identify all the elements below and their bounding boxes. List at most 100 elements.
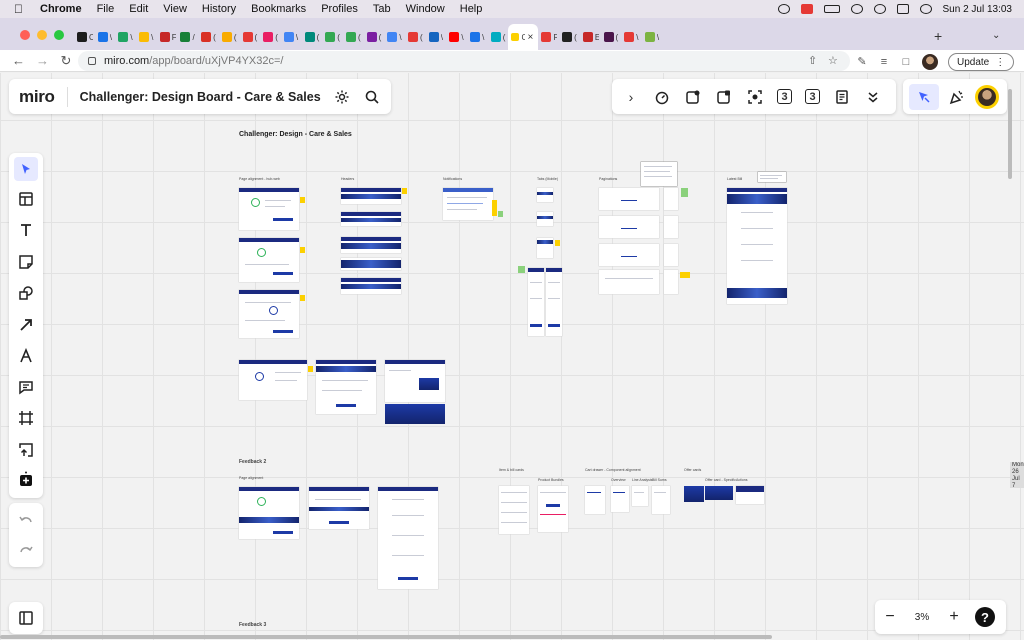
design-frame[interactable] bbox=[239, 290, 299, 338]
design-frame[interactable] bbox=[443, 188, 493, 220]
menu-window[interactable]: Window bbox=[406, 3, 445, 15]
design-frame[interactable] bbox=[758, 172, 786, 182]
shapes-icon[interactable] bbox=[16, 283, 36, 303]
browser-tab[interactable]: / bbox=[177, 24, 198, 50]
design-frame[interactable] bbox=[599, 188, 659, 210]
design-frame[interactable] bbox=[727, 188, 787, 304]
design-frame[interactable] bbox=[385, 360, 445, 402]
sticky-note[interactable] bbox=[492, 200, 497, 216]
design-frame[interactable] bbox=[736, 486, 764, 504]
browser-tab[interactable]: ( bbox=[322, 24, 343, 50]
more-chevron-double-icon[interactable] bbox=[864, 88, 882, 106]
design-frame[interactable] bbox=[239, 188, 299, 230]
zoom-out-button[interactable]: − bbox=[875, 608, 905, 626]
templates-icon[interactable] bbox=[16, 189, 36, 209]
design-frame[interactable] bbox=[652, 486, 670, 514]
menu-tab[interactable]: Tab bbox=[373, 3, 391, 15]
design-frame[interactable] bbox=[537, 238, 553, 258]
menu-edit[interactable]: Edit bbox=[129, 3, 148, 15]
tab-search-chevron-icon[interactable]: ⌄ bbox=[992, 30, 1000, 41]
lock-icon[interactable] bbox=[88, 57, 96, 65]
design-frame[interactable] bbox=[499, 486, 529, 534]
sticky-note[interactable] bbox=[518, 266, 525, 273]
browser-tab[interactable]: ( bbox=[343, 24, 364, 50]
menubar-clock[interactable]: Sun 2 Jul 13:03 bbox=[943, 4, 1013, 15]
browser-tab[interactable]: \ bbox=[446, 24, 467, 50]
design-frame[interactable] bbox=[705, 486, 733, 500]
design-frame[interactable] bbox=[538, 486, 568, 532]
browser-tab[interactable]: O bbox=[74, 24, 95, 50]
browser-tab[interactable]: ( bbox=[260, 24, 281, 50]
expand-chevron-icon[interactable]: › bbox=[622, 88, 640, 106]
zoom-in-button[interactable]: + bbox=[939, 608, 969, 626]
sticky-note-icon[interactable] bbox=[16, 252, 36, 272]
reading-list-icon[interactable]: ≡ bbox=[878, 56, 890, 68]
menu-view[interactable]: View bbox=[163, 3, 187, 15]
design-frame[interactable] bbox=[309, 487, 369, 529]
design-frame[interactable] bbox=[537, 188, 553, 202]
design-frame[interactable] bbox=[599, 270, 659, 294]
design-frame[interactable] bbox=[664, 216, 678, 238]
design-frame[interactable] bbox=[385, 404, 445, 424]
tab-active[interactable]: C × bbox=[508, 24, 539, 50]
browser-tab[interactable]: ( bbox=[488, 24, 509, 50]
frame-icon[interactable] bbox=[16, 408, 36, 428]
sticky-note[interactable] bbox=[498, 211, 503, 217]
design-frame[interactable] bbox=[585, 486, 605, 514]
help-button[interactable]: ? bbox=[975, 607, 995, 627]
browser-tab[interactable]: E bbox=[580, 24, 601, 50]
design-frame[interactable] bbox=[632, 486, 648, 506]
design-frame[interactable] bbox=[378, 487, 438, 589]
new-tab-button[interactable]: + bbox=[934, 28, 942, 44]
design-frame[interactable] bbox=[599, 244, 659, 266]
menu-bookmarks[interactable]: Bookmarks bbox=[251, 3, 306, 15]
board-name[interactable]: Challenger: Design Board - Care & Sales bbox=[80, 90, 321, 104]
board-title[interactable]: Challenger: Design - Care & Sales bbox=[239, 131, 352, 138]
control-center-icon[interactable] bbox=[896, 4, 909, 14]
menu-history[interactable]: History bbox=[202, 3, 236, 15]
design-frame[interactable] bbox=[341, 212, 401, 226]
more-apps-plus-icon[interactable] bbox=[16, 469, 36, 489]
forward-arrow-icon[interactable]: → bbox=[36, 53, 49, 68]
design-frame[interactable] bbox=[611, 486, 629, 512]
close-window-button[interactable] bbox=[20, 30, 30, 40]
design-frame[interactable] bbox=[239, 238, 299, 282]
update-button[interactable]: Update ⋮ bbox=[948, 53, 1015, 71]
sticky-note[interactable] bbox=[300, 247, 305, 253]
design-frame[interactable] bbox=[641, 162, 677, 186]
design-frame[interactable] bbox=[239, 360, 307, 400]
design-frame[interactable] bbox=[239, 487, 299, 539]
browser-tab[interactable]: \ bbox=[621, 24, 642, 50]
design-frame[interactable] bbox=[546, 268, 562, 336]
browser-tab[interactable]: \ bbox=[642, 24, 663, 50]
notes-icon[interactable] bbox=[833, 88, 851, 106]
tab-close-icon[interactable]: × bbox=[527, 32, 533, 43]
sticky-note[interactable] bbox=[402, 188, 407, 194]
attention-focus-icon[interactable] bbox=[746, 88, 764, 106]
text-tool-icon[interactable] bbox=[16, 220, 36, 240]
sticky-note[interactable] bbox=[308, 366, 313, 372]
battery-icon[interactable] bbox=[823, 5, 840, 13]
sticky-note[interactable] bbox=[555, 240, 560, 246]
design-frame[interactable] bbox=[664, 244, 678, 266]
design-frame[interactable] bbox=[684, 486, 704, 502]
sticky-note[interactable] bbox=[300, 295, 305, 301]
notification-peek[interactable]: Mon 26 Jul 7 bbox=[1010, 462, 1024, 488]
browser-tab[interactable]: \ bbox=[281, 24, 302, 50]
zoom-window-button[interactable] bbox=[54, 30, 64, 40]
reload-icon[interactable]: ↻ bbox=[60, 53, 72, 69]
browser-tab[interactable]: ( bbox=[240, 24, 261, 50]
browser-tab[interactable]: ( bbox=[198, 24, 219, 50]
browser-tab[interactable]: ( bbox=[302, 24, 323, 50]
spotlight-icon[interactable] bbox=[873, 4, 886, 14]
search-icon[interactable] bbox=[363, 88, 381, 106]
browser-tab[interactable]: \ bbox=[115, 24, 136, 50]
celebrate-party-icon[interactable] bbox=[947, 87, 967, 107]
browser-tab[interactable]: ( bbox=[601, 24, 622, 50]
browser-tab[interactable]: \ bbox=[467, 24, 488, 50]
browser-tab[interactable]: \ bbox=[95, 24, 116, 50]
settings-gear-icon[interactable] bbox=[333, 88, 351, 106]
address-bar[interactable]: miro.com/app/board/uXjVP4YX32c=/ ⇧ ☆ bbox=[78, 51, 850, 71]
extensions-puzzle-icon[interactable]: ✎ bbox=[856, 56, 868, 68]
design-frame[interactable] bbox=[341, 278, 401, 294]
